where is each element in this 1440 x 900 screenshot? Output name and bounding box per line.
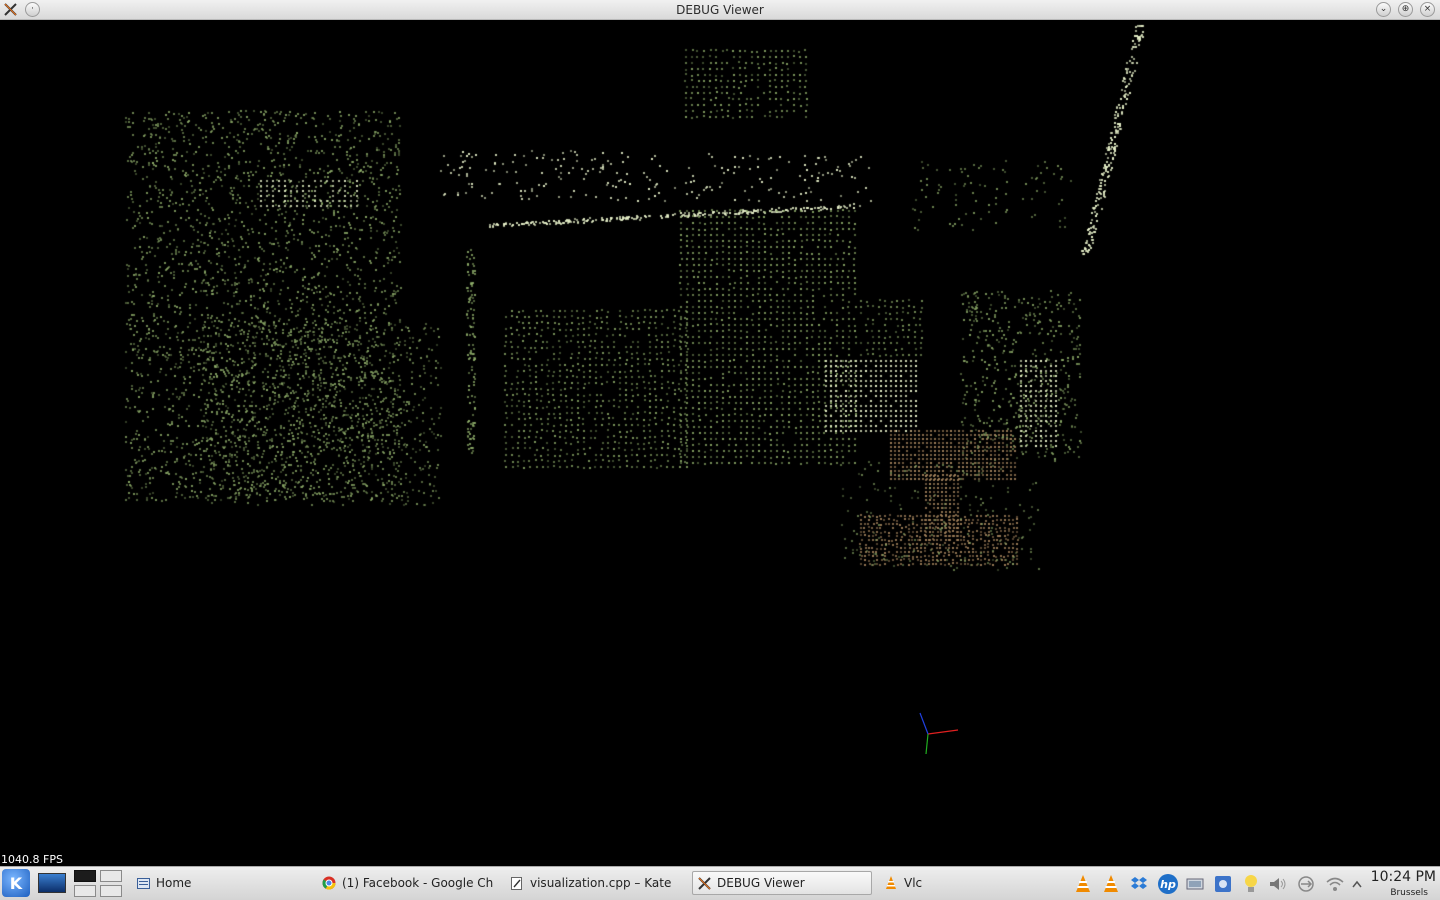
wifi-icon: [1326, 877, 1344, 891]
pager-desktop-1[interactable]: [74, 870, 96, 882]
tray-expand-button[interactable]: [1350, 874, 1364, 894]
task-label: DEBUG Viewer: [717, 876, 805, 890]
task-chrome[interactable]: (1) Facebook - Google Chrome: [318, 871, 494, 895]
point-cloud-viewport[interactable]: 1040.8 FPS: [0, 20, 1440, 866]
axes-gizmo: [919, 712, 959, 755]
vlc-icon: [884, 876, 898, 890]
point-cloud-canvas[interactable]: [0, 20, 1440, 866]
task-vlc[interactable]: Vlc: [880, 871, 1060, 895]
taskbar: K Home (1) Facebook - Google Chrome visu…: [0, 866, 1440, 900]
z-axis-line: [919, 712, 929, 735]
tray-network-button[interactable]: [1185, 874, 1205, 894]
usb-icon: [1298, 876, 1314, 892]
task-kate[interactable]: visualization.cpp – Kate: [506, 871, 686, 895]
show-desktop-button[interactable]: [38, 873, 66, 893]
task-home[interactable]: Home: [132, 871, 312, 895]
pager-desktop-4[interactable]: [100, 885, 122, 897]
tray-wifi-button[interactable]: [1325, 874, 1345, 894]
bulb-icon: [1245, 875, 1257, 892]
folder-icon: [136, 876, 150, 890]
klipper-icon: [1215, 876, 1231, 892]
kate-icon: [510, 876, 524, 890]
task-debug-viewer[interactable]: DEBUG Viewer: [692, 871, 872, 895]
hp-icon: hp: [1158, 874, 1178, 894]
task-label: Vlc: [904, 876, 923, 890]
task-label: Home: [156, 876, 192, 890]
task-label: visualization.cpp – Kate: [530, 876, 672, 890]
x-axis-line: [927, 729, 959, 735]
window-title: DEBUG Viewer: [676, 3, 764, 17]
x-icon: [697, 876, 711, 890]
pager-desktop-2[interactable]: [100, 870, 122, 882]
clock[interactable]: 10:24 PM Brussels: [1370, 869, 1436, 899]
chrome-icon: [322, 876, 336, 890]
svg-text:hp: hp: [1160, 878, 1176, 891]
y-axis-line: [925, 733, 929, 755]
dropbox-icon: [1131, 877, 1147, 889]
minimize-button[interactable]: ⌄: [1376, 2, 1391, 17]
clock-time: 10:24 PM: [1370, 869, 1436, 885]
kde-icon: K: [9, 873, 23, 893]
maximize-button[interactable]: ⊕: [1398, 2, 1413, 17]
close-icon: ×: [1423, 4, 1432, 14]
tray-volume-button[interactable]: [1268, 874, 1288, 894]
tray-klipper-button[interactable]: [1213, 874, 1233, 894]
network-icon: [1186, 878, 1204, 890]
vlc-icon: [1104, 875, 1118, 892]
kde-launcher-button[interactable]: K: [2, 869, 30, 897]
clock-city: Brussels: [1390, 888, 1428, 898]
tray-usb-button[interactable]: [1296, 874, 1316, 894]
tray-vlc-button[interactable]: [1073, 874, 1093, 894]
tray-dropbox-button[interactable]: [1129, 874, 1149, 894]
window-titlebar[interactable]: · DEBUG Viewer ⌄ ⊕ ×: [0, 0, 1440, 20]
tray-hp-button[interactable]: hp: [1156, 874, 1180, 894]
task-label: (1) Facebook - Google Chrome: [342, 876, 494, 890]
pager-desktop-3[interactable]: [74, 885, 96, 897]
fps-counter: 1040.8 FPS: [1, 853, 63, 866]
minimize-icon: ⌄: [1379, 4, 1388, 14]
maximize-icon: ⊕: [1401, 4, 1410, 14]
close-button[interactable]: ×: [1420, 2, 1435, 17]
vlc-icon: [1076, 875, 1090, 892]
tray-expand-icon: [1352, 880, 1362, 888]
volume-icon: [1270, 878, 1286, 890]
tray-bulb-button[interactable]: [1241, 874, 1261, 894]
tray-vlc-button-2[interactable]: [1101, 874, 1121, 894]
